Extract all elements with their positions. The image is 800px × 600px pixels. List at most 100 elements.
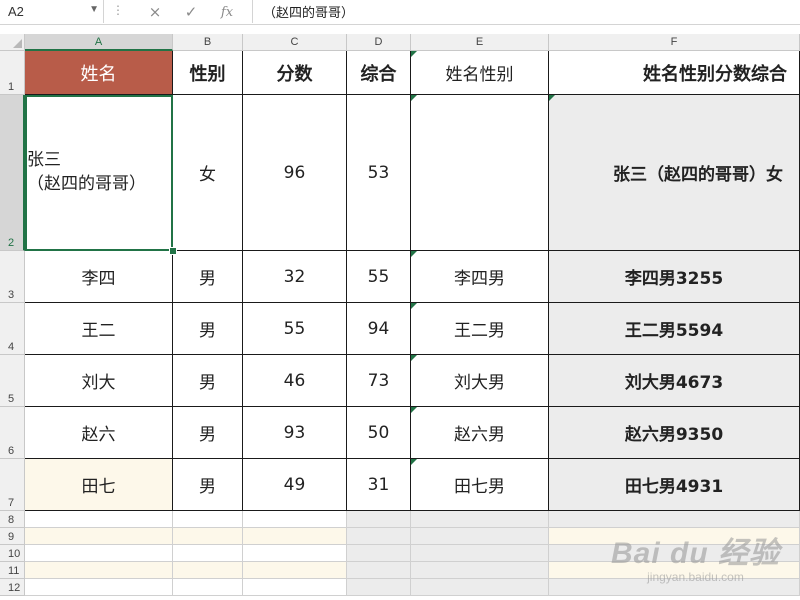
cell-c3[interactable]: 32	[243, 251, 347, 303]
cell-b7[interactable]: 男	[173, 459, 243, 511]
column-header-c[interactable]: C	[243, 34, 347, 51]
cell-a7[interactable]: 田七	[25, 459, 173, 511]
row-header-10[interactable]: 10	[0, 545, 25, 562]
row-header-1[interactable]: 1	[0, 51, 25, 95]
row-header-7[interactable]: 7	[0, 459, 25, 511]
cell-b11[interactable]	[173, 562, 243, 579]
cell-b5[interactable]: 男	[173, 355, 243, 407]
name-box[interactable]: A2 ▼	[0, 0, 104, 23]
cell-e12[interactable]	[411, 579, 549, 596]
cell-f3[interactable]: 李四男3255	[549, 251, 800, 303]
error-indicator-icon	[411, 251, 417, 257]
cell-e4[interactable]: 王二男	[411, 303, 549, 355]
row-header-12[interactable]: 12	[0, 579, 25, 596]
cell-c4[interactable]: 55	[243, 303, 347, 355]
cell-c12[interactable]	[243, 579, 347, 596]
cell-c6[interactable]: 93	[243, 407, 347, 459]
cell-f1[interactable]: 姓名性别分数综合	[549, 51, 800, 95]
cell-e1[interactable]: 姓名性别	[411, 51, 549, 95]
cell-c8[interactable]	[243, 511, 347, 528]
cell-b12[interactable]	[173, 579, 243, 596]
row-header-5[interactable]: 5	[0, 355, 25, 407]
column-header-f[interactable]: F	[549, 34, 800, 51]
column-header-b[interactable]: B	[173, 34, 243, 51]
enter-button[interactable]: ✓	[180, 2, 202, 22]
cell-c7[interactable]: 49	[243, 459, 347, 511]
cell-d11[interactable]	[347, 562, 411, 579]
cell-c1[interactable]: 分数	[243, 51, 347, 95]
row-header-11[interactable]: 11	[0, 562, 25, 579]
cancel-button[interactable]: ×	[144, 2, 166, 22]
cell-e6[interactable]: 赵六男	[411, 407, 549, 459]
cell-f4[interactable]: 王二男5594	[549, 303, 800, 355]
select-all-corner[interactable]	[0, 34, 25, 51]
column-header-d[interactable]: D	[347, 34, 411, 51]
cell-d1[interactable]: 综合	[347, 51, 411, 95]
cell-f2[interactable]: 张三（赵四的哥哥）女	[549, 95, 800, 251]
cell-f12[interactable]	[549, 579, 800, 596]
cell-e10[interactable]	[411, 545, 549, 562]
cell-d6[interactable]: 50	[347, 407, 411, 459]
cell-f8[interactable]	[549, 511, 800, 528]
cell-d9[interactable]	[347, 528, 411, 545]
cell-d2[interactable]: 53	[347, 95, 411, 251]
cell-d7[interactable]: 31	[347, 459, 411, 511]
fill-handle[interactable]	[169, 247, 177, 255]
cell-e5[interactable]: 刘大男	[411, 355, 549, 407]
cell-e11[interactable]	[411, 562, 549, 579]
cell-a3[interactable]: 李四	[25, 251, 173, 303]
cell-a11[interactable]	[25, 562, 173, 579]
cell-f11[interactable]	[549, 562, 800, 579]
cell-c9[interactable]	[243, 528, 347, 545]
cell-value: 55	[367, 266, 390, 287]
cell-d12[interactable]	[347, 579, 411, 596]
row-header-6[interactable]: 6	[0, 407, 25, 459]
cell-a2[interactable]: 张三 （赵四的哥哥）	[25, 95, 173, 251]
cell-e2[interactable]	[411, 95, 549, 251]
cell-d8[interactable]	[347, 511, 411, 528]
cell-e3[interactable]: 李四男	[411, 251, 549, 303]
insert-function-button[interactable]: fx	[216, 2, 238, 22]
cell-d5[interactable]: 73	[347, 355, 411, 407]
cell-a12[interactable]	[25, 579, 173, 596]
cell-f5[interactable]: 刘大男4673	[549, 355, 800, 407]
cell-a9[interactable]	[25, 528, 173, 545]
cell-f6[interactable]: 赵六男9350	[549, 407, 800, 459]
cell-b1[interactable]: 性别	[173, 51, 243, 95]
row-header-4[interactable]: 4	[0, 303, 25, 355]
cell-d10[interactable]	[347, 545, 411, 562]
cell-b9[interactable]	[173, 528, 243, 545]
cell-a6[interactable]: 赵六	[25, 407, 173, 459]
cell-d4[interactable]: 94	[347, 303, 411, 355]
row-header-8[interactable]: 8	[0, 511, 25, 528]
cell-f9[interactable]	[549, 528, 800, 545]
cell-c5[interactable]: 46	[243, 355, 347, 407]
row-header-2[interactable]: 2	[0, 95, 25, 251]
cell-a4[interactable]: 王二	[25, 303, 173, 355]
cell-b4[interactable]: 男	[173, 303, 243, 355]
cell-b3[interactable]: 男	[173, 251, 243, 303]
row-header-3[interactable]: 3	[0, 251, 25, 303]
cell-d3[interactable]: 55	[347, 251, 411, 303]
cell-c2[interactable]: 96	[243, 95, 347, 251]
formula-input[interactable]: （赵四的哥哥）	[252, 0, 800, 23]
cell-a5[interactable]: 刘大	[25, 355, 173, 407]
cell-a10[interactable]	[25, 545, 173, 562]
cell-a8[interactable]	[25, 511, 173, 528]
cell-e7[interactable]: 田七男	[411, 459, 549, 511]
cell-c11[interactable]	[243, 562, 347, 579]
cell-e9[interactable]	[411, 528, 549, 545]
cell-f10[interactable]	[549, 545, 800, 562]
column-header-e[interactable]: E	[411, 34, 549, 51]
row-header-9[interactable]: 9	[0, 528, 25, 545]
cell-b2[interactable]: 女	[173, 95, 243, 251]
cell-b10[interactable]	[173, 545, 243, 562]
cell-f7[interactable]: 田七男4931	[549, 459, 800, 511]
cell-e8[interactable]	[411, 511, 549, 528]
cell-c10[interactable]	[243, 545, 347, 562]
column-header-a[interactable]: A	[25, 34, 173, 51]
cell-b8[interactable]	[173, 511, 243, 528]
cell-a1[interactable]: 姓名	[25, 51, 173, 95]
cell-b6[interactable]: 男	[173, 407, 243, 459]
chevron-down-icon[interactable]: ▼	[89, 4, 99, 15]
